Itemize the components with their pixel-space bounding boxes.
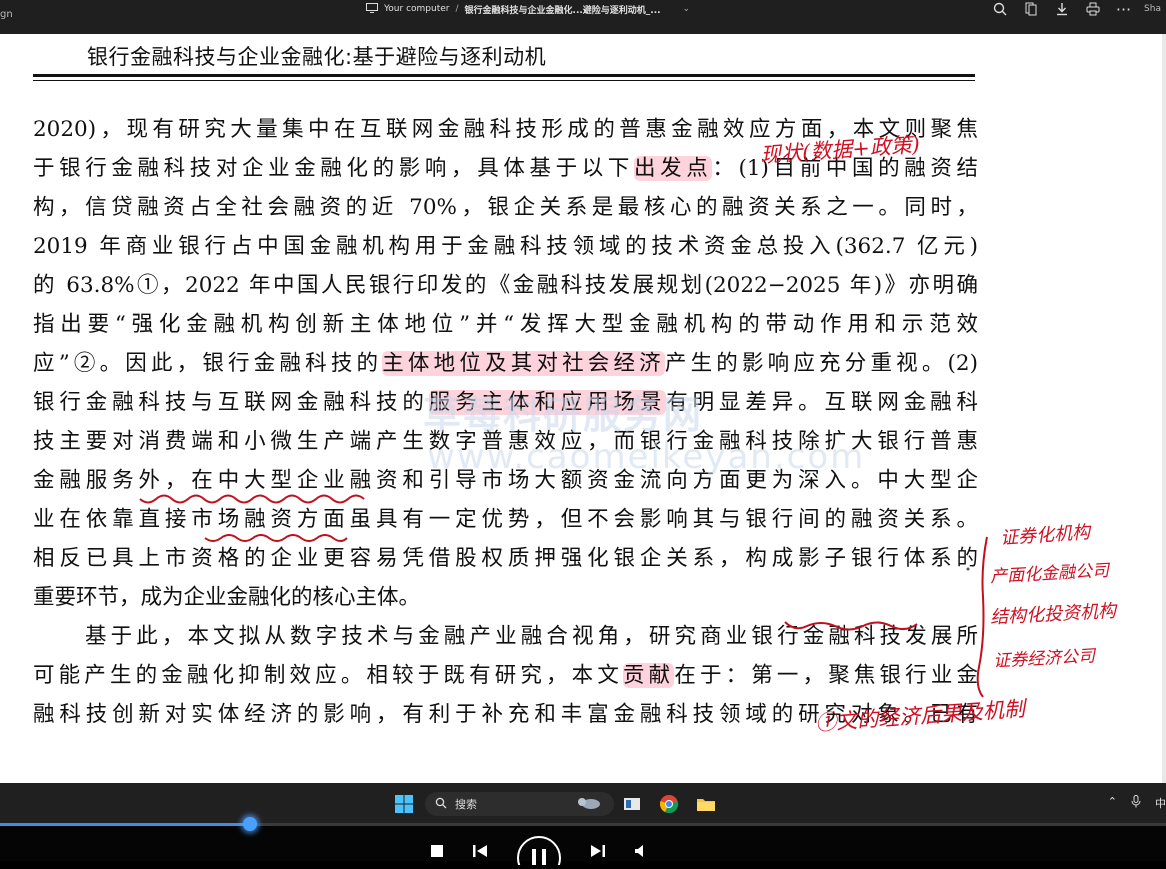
truncated-tab-text: gn	[0, 9, 13, 20]
share-button[interactable]: Sha	[1139, 0, 1166, 18]
seek-track[interactable]	[0, 817, 1166, 831]
skip-forward-icon[interactable]	[590, 843, 606, 862]
volume-icon[interactable]	[634, 843, 648, 862]
pause-button[interactable]	[516, 835, 562, 869]
file-explorer-icon[interactable]	[696, 794, 716, 814]
stop-icon[interactable]	[430, 843, 444, 862]
microphone-icon[interactable]	[1131, 795, 1141, 811]
task-view-icon[interactable]	[622, 794, 642, 814]
ink-underline-shadow-bank	[784, 621, 918, 631]
breadcrumb-separator: /	[455, 4, 459, 14]
search-icon	[435, 797, 447, 812]
print-icon[interactable]	[1077, 0, 1108, 18]
skip-back-icon[interactable]	[472, 843, 488, 862]
seek-thumb[interactable]	[242, 817, 257, 831]
playback-controls	[430, 835, 648, 869]
page-view-icon[interactable]	[1015, 0, 1046, 18]
video-player-bar	[0, 817, 1166, 869]
chrome-icon[interactable]	[659, 794, 679, 814]
chevron-up-icon[interactable]: ⌃	[1108, 795, 1117, 811]
taskbar: 搜索 ⌃ 中	[0, 783, 1166, 823]
monitor-icon	[366, 2, 378, 16]
ink-underline-consumer	[139, 494, 365, 504]
input-method-indicator[interactable]: 中	[1155, 795, 1166, 811]
search-icon[interactable]	[984, 0, 1015, 18]
windows-start-icon[interactable]	[395, 795, 413, 813]
taskbar-search-label: 搜索	[455, 798, 477, 811]
document-file-name: 银行金融科技与企业金融化...避险与逐利动机_...	[464, 5, 661, 16]
viewer-tools: ··· Sha	[984, 0, 1166, 19]
vertical-scrollbar[interactable]	[1162, 34, 1166, 783]
handwritten-note-side-4: 证券经济公司	[992, 646, 1096, 672]
document-page: 银行金融科技与企业金融化:基于避险与逐利动机 2020)，现有研究大量集中在互联…	[0, 34, 1166, 783]
browser-toolbar: gn Your computer / 银行金融科技与企业金融化...避险与逐利动…	[0, 0, 1166, 34]
breadcrumb: Your computer / 银行金融科技与企业金融化...避险与逐利动机_.…	[366, 0, 690, 18]
search-highlight-icon	[576, 795, 602, 814]
download-icon[interactable]	[1046, 0, 1077, 18]
taskbar-search[interactable]: 搜索	[425, 792, 614, 816]
chevron-down-icon[interactable]: ⌄	[683, 4, 691, 14]
ink-underline-large-firms	[204, 534, 348, 542]
more-options-icon[interactable]: ···	[1108, 0, 1139, 19]
breadcrumb-location[interactable]: Your computer	[384, 4, 449, 14]
seek-progress-fill	[0, 823, 250, 826]
ink-annotations	[139, 406, 988, 698]
system-tray: ⌃ 中	[1108, 795, 1166, 811]
ink-bracket	[976, 536, 988, 698]
